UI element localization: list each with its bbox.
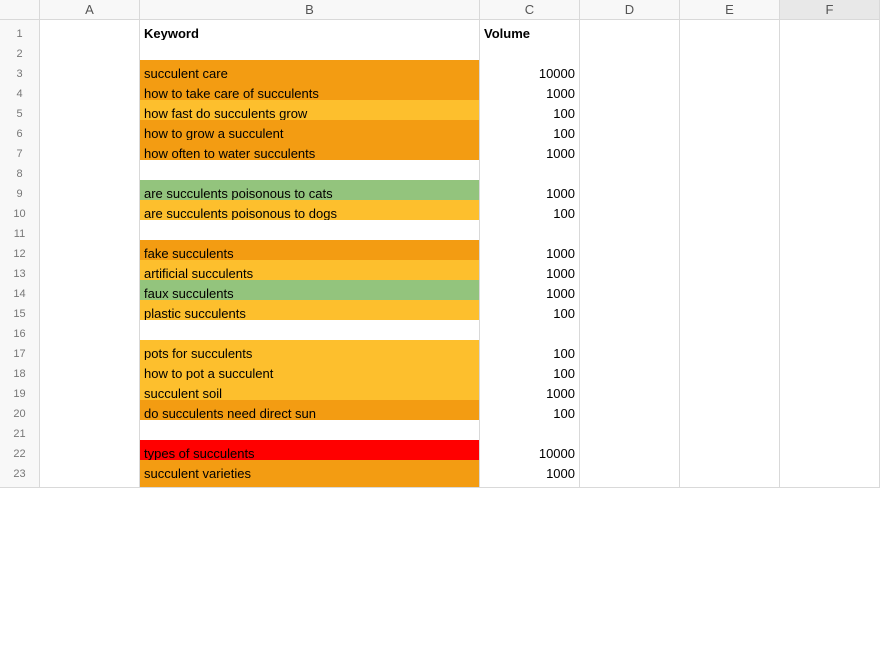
row-number: 3 [16,68,22,80]
col-header-C[interactable]: C [480,0,580,20]
volume-value: 1000 [546,246,575,261]
col-header-label: A [85,2,94,17]
row-number: 18 [13,368,25,380]
row-number: 19 [13,388,25,400]
col-header-label: C [525,2,534,17]
cell-D23[interactable] [580,460,680,488]
volume-value: 1000 [546,86,575,101]
keyword-text: plastic succulents [144,306,246,321]
cell-F23[interactable] [780,460,880,488]
spreadsheet-grid[interactable]: ABCDEF1KeywordVolume23succulent care1000… [0,0,880,480]
keyword-text: how often to water succulents [144,146,315,161]
row-number: 12 [13,248,25,260]
keyword-text: are succulents poisonous to dogs [144,206,337,221]
keyword-text: succulent care [144,66,228,81]
row-number: 20 [13,408,25,420]
volume-value: 1000 [546,186,575,201]
row-number: 5 [16,108,22,120]
keyword-text: how to grow a succulent [144,126,283,141]
volume-value: 1000 [546,266,575,281]
col-header-B[interactable]: B [140,0,480,20]
keyword-text: pots for succulents [144,346,252,361]
col-header-E[interactable]: E [680,0,780,20]
keyword-text: faux succulents [144,286,234,301]
keyword-text: succulent varieties [144,466,251,481]
row-number: 16 [13,328,25,340]
cell-A23[interactable] [40,460,140,488]
volume-value: 1000 [546,146,575,161]
keyword-text: how to take care of succulents [144,86,319,101]
volume-value: 100 [553,406,575,421]
volume-value: 100 [553,346,575,361]
cell-B23[interactable]: succulent varieties [140,460,480,488]
keyword-text: how fast do succulents grow [144,106,307,121]
row-number: 8 [16,168,22,180]
header-volume: Volume [484,26,530,41]
row-number: 11 [14,228,25,240]
row-number: 13 [13,268,25,280]
col-header-F[interactable]: F [780,0,880,20]
row-number: 4 [16,88,22,100]
volume-value: 10000 [539,446,575,461]
keyword-text: succulent soil [144,386,222,401]
keyword-text: artificial succulents [144,266,253,281]
row-number: 9 [16,188,22,200]
row-number: 6 [16,128,22,140]
row-number: 17 [13,348,25,360]
row-number: 1 [16,28,22,40]
keyword-text: types of succulents [144,446,255,461]
row-number: 2 [16,48,22,60]
row-number: 10 [13,208,25,220]
volume-value: 100 [553,306,575,321]
volume-value: 10000 [539,66,575,81]
keyword-text: how to pot a succulent [144,366,273,381]
col-header-label: F [826,2,834,17]
volume-value: 100 [553,206,575,221]
row-number: 7 [16,148,22,160]
header-keyword: Keyword [144,26,199,41]
row-number: 22 [13,448,25,460]
cell-E23[interactable] [680,460,780,488]
corner-cell[interactable] [0,0,40,20]
col-header-label: E [725,2,734,17]
volume-value: 100 [553,366,575,381]
col-header-label: B [305,2,314,17]
keyword-text: are succulents poisonous to cats [144,186,333,201]
volume-value: 100 [553,126,575,141]
keyword-text: fake succulents [144,246,234,261]
row-number: 14 [13,288,25,300]
row-header-23[interactable]: 23 [0,460,40,488]
volume-value: 100 [553,106,575,121]
cell-C23[interactable]: 1000 [480,460,580,488]
row-number: 15 [13,308,25,320]
volume-value: 1000 [546,466,575,481]
col-header-label: D [625,2,634,17]
col-header-D[interactable]: D [580,0,680,20]
keyword-text: do succulents need direct sun [144,406,316,421]
row-number: 23 [13,468,25,480]
col-header-A[interactable]: A [40,0,140,20]
volume-value: 1000 [546,286,575,301]
row-number: 21 [13,428,25,440]
volume-value: 1000 [546,386,575,401]
